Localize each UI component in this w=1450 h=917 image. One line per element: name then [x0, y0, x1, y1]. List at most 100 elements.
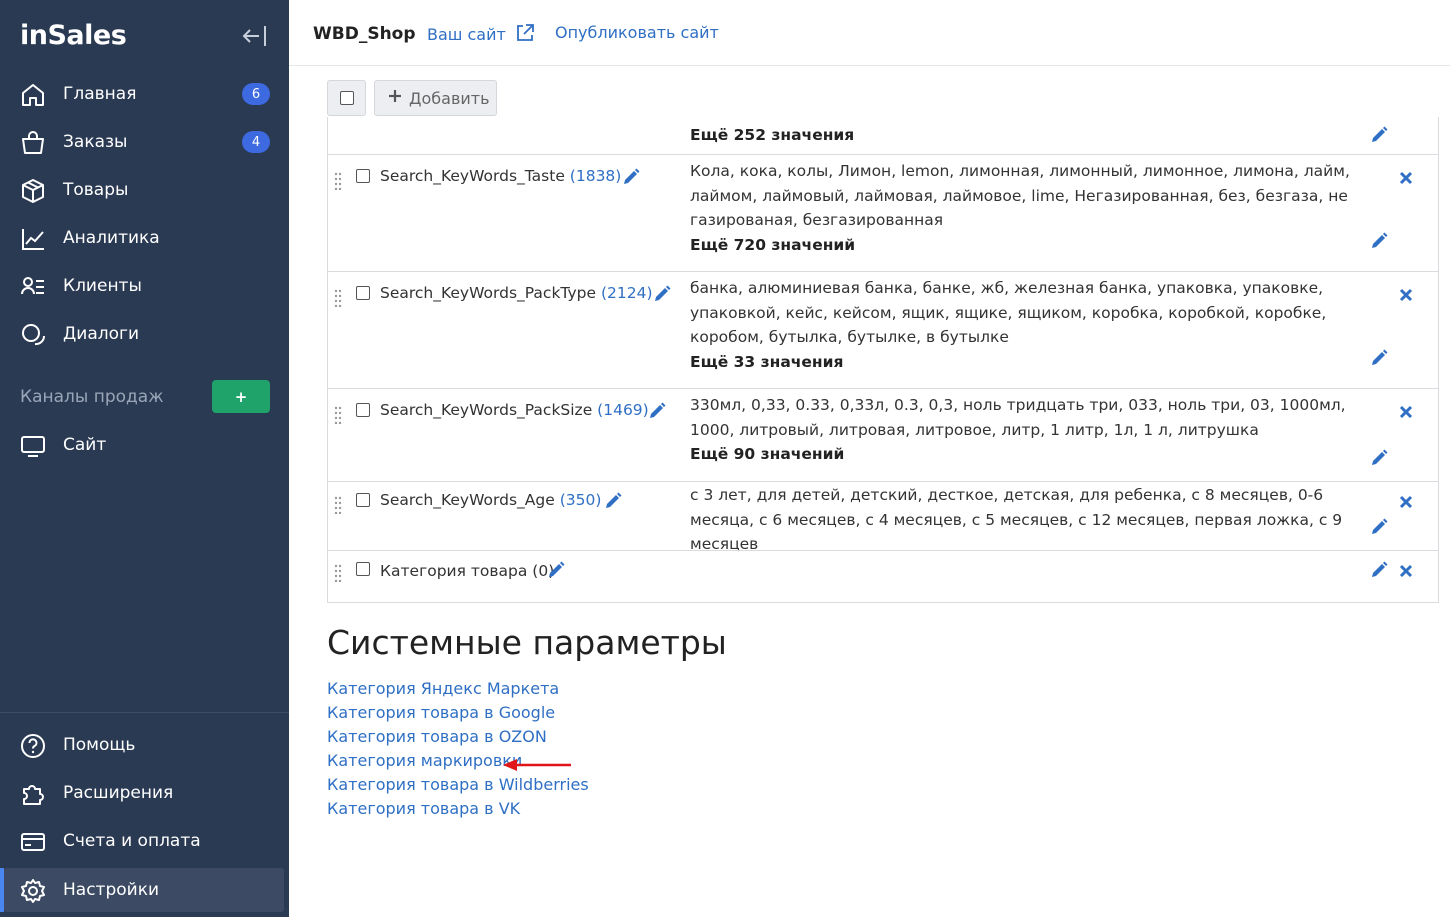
- edit-values-icon[interactable]: [1370, 449, 1388, 467]
- collapse-sidebar-icon[interactable]: [240, 24, 268, 48]
- clients-icon: [20, 274, 46, 300]
- edit-values-icon[interactable]: [1370, 126, 1388, 144]
- nav-label: Заказы: [63, 132, 128, 152]
- nav-label: Сайт: [63, 435, 107, 455]
- sales-channels-label: Каналы продаж: [20, 387, 164, 407]
- topbar: WBD_Shop Ваш сайт Опубликовать сайт: [289, 0, 1450, 66]
- delete-icon[interactable]: [1398, 287, 1414, 303]
- help-icon: [20, 733, 46, 759]
- drag-handle-icon[interactable]: [334, 289, 342, 308]
- select-all-button[interactable]: [327, 80, 366, 116]
- your-site-link[interactable]: Ваш сайт: [427, 23, 535, 47]
- annotation-arrow-icon: [503, 757, 573, 771]
- notification-badge: 6: [242, 83, 270, 105]
- system-link[interactable]: Категория товара в OZON: [327, 727, 547, 746]
- table-row[interactable]: Search_KeyWords_PackSize (1469) 330мл, 0…: [328, 388, 1438, 481]
- app-logo[interactable]: inSales: [20, 20, 127, 51]
- notification-badge: 4: [242, 131, 270, 153]
- main-content: Добавить Ещё 252 значения Search_KeyWord…: [289, 67, 1450, 917]
- nav-item-dialogs[interactable]: Диалоги: [0, 312, 289, 356]
- edit-param-icon[interactable]: [547, 561, 565, 579]
- home-icon: [20, 82, 46, 108]
- edit-param-icon[interactable]: [604, 492, 622, 510]
- plus-icon: [387, 88, 403, 108]
- nav-item-analytics[interactable]: Аналитика: [0, 216, 289, 260]
- select-all-checkbox[interactable]: [339, 91, 354, 105]
- add-button-label: Добавить: [409, 88, 490, 108]
- nav-item-site[interactable]: Сайт: [0, 423, 289, 467]
- edit-values-icon[interactable]: [1370, 349, 1388, 367]
- nav-item-orders[interactable]: Заказы 4: [0, 120, 289, 164]
- drag-handle-icon[interactable]: [334, 564, 342, 583]
- system-link[interactable]: Категория товара в Google: [327, 703, 555, 722]
- card-icon: [20, 829, 46, 855]
- param-values: банка, алюминиевая банка, банке, жб, жел…: [690, 279, 1327, 371]
- edit-values-icon[interactable]: [1370, 518, 1388, 536]
- add-channel-button[interactable]: +: [212, 380, 270, 413]
- puzzle-icon: [20, 781, 46, 807]
- chat-icon: [20, 322, 46, 348]
- table-row[interactable]: Search_KeyWords_Age (350) с 3 лет, для д…: [328, 481, 1438, 553]
- nav-label: Аналитика: [63, 228, 160, 248]
- param-name[interactable]: Search_KeyWords_Age (350): [380, 491, 601, 509]
- delete-icon[interactable]: [1398, 563, 1414, 579]
- nav-label: Счета и оплата: [63, 831, 201, 851]
- system-link-marking[interactable]: Категория маркировки: [327, 751, 522, 770]
- param-values: Кола, кока, колы, Лимон, lemon, лимонная…: [690, 162, 1350, 254]
- edit-values-icon[interactable]: [1370, 232, 1388, 250]
- nav-item-products[interactable]: Товары: [0, 168, 289, 212]
- params-table: Ещё 252 значения Search_KeyWords_Taste (…: [327, 117, 1439, 603]
- system-params-title: Системные параметры: [327, 623, 727, 662]
- param-name[interactable]: Search_KeyWords_PackSize (1469): [380, 401, 649, 419]
- nav-label: Настройки: [63, 880, 160, 900]
- table-row[interactable]: Search_KeyWords_PackType (2124) банка, а…: [328, 271, 1438, 388]
- delete-icon[interactable]: [1398, 494, 1414, 510]
- param-values: 330мл, 0,33, 0.33, 0,33л, 0.3, 0,3, ноль…: [690, 396, 1346, 463]
- sidebar: inSales Главная 6 Заказы 4 Товары Аналит…: [0, 0, 289, 917]
- nav-label: Клиенты: [63, 276, 142, 296]
- external-link-icon: [515, 23, 535, 47]
- row-checkbox[interactable]: [356, 493, 370, 507]
- system-link[interactable]: Категория Яндекс Маркета: [327, 679, 559, 698]
- nav-item-settings[interactable]: Настройки: [4, 868, 284, 912]
- row-checkbox[interactable]: [356, 169, 370, 183]
- drag-handle-icon[interactable]: [334, 172, 342, 191]
- publish-site-link[interactable]: Опубликовать сайт: [555, 23, 719, 42]
- edit-param-icon[interactable]: [622, 168, 640, 186]
- nav-label: Помощь: [63, 735, 136, 755]
- param-name[interactable]: Search_KeyWords_PackType (2124): [380, 284, 653, 302]
- drag-handle-icon[interactable]: [334, 496, 342, 515]
- table-row[interactable]: Категория товара (0): [328, 550, 1438, 602]
- add-button[interactable]: Добавить: [374, 80, 497, 116]
- system-link[interactable]: Категория товара в VK: [327, 799, 520, 818]
- table-row[interactable]: Search_KeyWords_Taste (1838) Кола, кока,…: [328, 154, 1438, 271]
- param-name[interactable]: Search_KeyWords_Taste (1838): [380, 167, 621, 185]
- delete-icon[interactable]: [1398, 404, 1414, 420]
- nav-item-help[interactable]: Помощь: [0, 723, 289, 767]
- row-more-values: Ещё 252 значения: [690, 126, 855, 144]
- sidebar-divider: [0, 712, 289, 713]
- edit-param-icon[interactable]: [648, 402, 666, 420]
- nav-item-billing[interactable]: Счета и оплата: [0, 819, 289, 863]
- nav-label: Диалоги: [63, 324, 139, 344]
- nav-label: Расширения: [63, 783, 174, 803]
- drag-handle-icon[interactable]: [334, 406, 342, 425]
- edit-values-icon[interactable]: [1370, 561, 1388, 579]
- edit-param-icon[interactable]: [653, 285, 671, 303]
- system-link[interactable]: Категория товара в Wildberries: [327, 775, 589, 794]
- param-name[interactable]: Категория товара (0): [380, 562, 554, 580]
- nav-item-clients[interactable]: Клиенты: [0, 264, 289, 308]
- row-checkbox[interactable]: [356, 403, 370, 417]
- gear-icon: [20, 878, 46, 904]
- nav-item-extensions[interactable]: Расширения: [0, 771, 289, 815]
- chart-icon: [20, 226, 46, 252]
- row-checkbox[interactable]: [356, 286, 370, 300]
- shop-name: WBD_Shop: [313, 24, 416, 44]
- bag-icon: [20, 130, 46, 156]
- nav-item-home[interactable]: Главная 6: [0, 72, 289, 116]
- box-icon: [20, 178, 46, 204]
- delete-icon[interactable]: [1398, 170, 1414, 186]
- row-checkbox[interactable]: [356, 562, 370, 576]
- your-site-label: Ваш сайт: [427, 25, 506, 44]
- nav-label: Главная: [63, 84, 137, 104]
